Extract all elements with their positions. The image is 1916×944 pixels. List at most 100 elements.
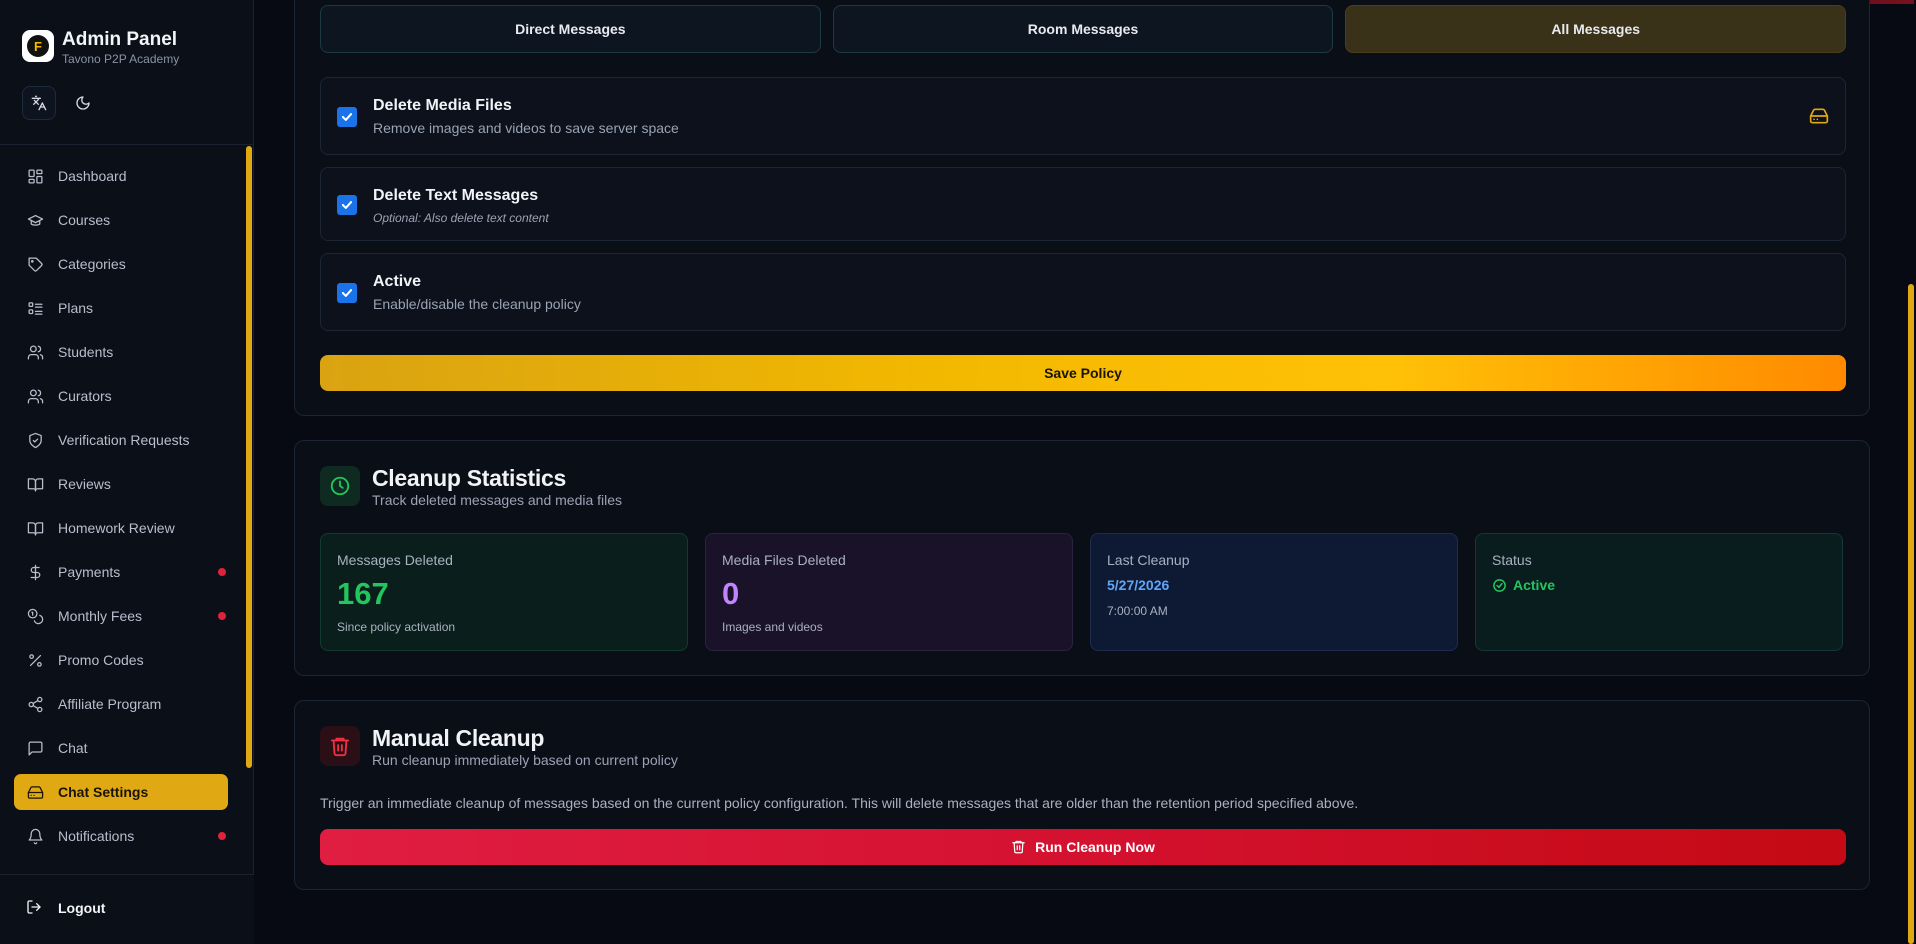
logout-label: Logout <box>58 900 106 916</box>
sidebar-item-label: Plans <box>58 300 94 316</box>
option-delete-media: Delete Media Files Remove images and vid… <box>320 77 1846 155</box>
book-open-icon <box>27 477 43 492</box>
sidebar-item-curators[interactable]: Curators <box>14 378 228 414</box>
sidebar-nav: Dashboard Courses Categories Plans Students C… <box>14 158 228 862</box>
sidebar-item-reviews[interactable]: Reviews <box>14 466 228 502</box>
brand: F Admin Panel Tavono P2P Academy <box>22 28 179 66</box>
sidebar-footer: Logout <box>0 874 254 944</box>
delete-text-description: Optional: Also delete text content <box>373 211 549 225</box>
active-title: Active <box>373 273 422 290</box>
main-scrollbar[interactable] <box>1908 284 1914 944</box>
delete-media-description: Remove images and videos to save server … <box>373 120 679 136</box>
sidebar-item-label: Monthly Fees <box>58 608 143 624</box>
notification-dot <box>218 568 226 576</box>
check-circle-icon <box>1493 578 1506 592</box>
sidebar-item-label: Verification Requests <box>58 432 190 448</box>
translate-icon <box>31 95 47 111</box>
main-content: Direct Messages Room Messages All Messag… <box>254 0 1916 944</box>
notification-dot <box>218 612 226 620</box>
logo-letter: F <box>27 35 49 57</box>
sidebar-item-notifications[interactable]: Notifications <box>14 818 228 854</box>
dashboard-icon <box>27 168 43 184</box>
active-description: Enable/disable the cleanup policy <box>373 296 581 312</box>
bell-icon <box>27 828 43 844</box>
message-scope-tabs: Direct Messages Room Messages All Messag… <box>320 5 1847 53</box>
users-icon <box>27 388 43 404</box>
sidebar-item-label: Promo Codes <box>58 652 144 668</box>
delete-media-checkbox[interactable] <box>337 107 357 127</box>
last-cleanup-date: 5/27/2026 <box>1107 577 1170 593</box>
tab-direct-messages[interactable]: Direct Messages <box>320 5 821 53</box>
tab-room-messages[interactable]: Room Messages <box>832 5 1334 53</box>
check-icon <box>341 113 353 121</box>
logout-button[interactable]: Logout <box>26 899 105 917</box>
sidebar-item-dashboard[interactable]: Dashboard <box>14 158 228 194</box>
delete-text-title: Delete Text Messages <box>373 187 539 204</box>
run-cleanup-button[interactable]: Run Cleanup Now <box>320 829 1846 865</box>
tag-icon <box>27 256 43 272</box>
sidebar-item-chat-settings[interactable]: Chat Settings <box>14 774 228 810</box>
stat-label: Media Files Deleted <box>722 552 846 568</box>
sidebar-item-label: Chat <box>58 740 88 756</box>
percent-icon <box>28 653 42 667</box>
users-icon <box>27 344 43 360</box>
active-checkbox[interactable] <box>337 283 357 303</box>
sidebar-item-students[interactable]: Students <box>14 334 228 370</box>
sidebar-item-monthly-fees[interactable]: Monthly Fees <box>14 598 228 634</box>
sidebar-scrollbar[interactable] <box>246 146 252 768</box>
sidebar-item-label: Homework Review <box>58 520 175 536</box>
stat-label: Status <box>1492 552 1532 568</box>
stat-messages-deleted: Messages Deleted 167 Since policy activa… <box>320 533 688 651</box>
stats-subtitle: Track deleted messages and media files <box>372 492 623 508</box>
sidebar-item-chat[interactable]: Chat <box>14 730 228 766</box>
theme-toggle-button[interactable] <box>66 86 100 120</box>
sidebar-item-promo-codes[interactable]: Promo Codes <box>14 642 228 678</box>
clock-icon <box>330 476 350 496</box>
brand-subtitle: Tavono P2P Academy <box>62 52 180 66</box>
trash-icon <box>330 737 350 757</box>
logout-icon <box>27 900 41 914</box>
option-active: Active Enable/disable the cleanup policy <box>320 253 1846 331</box>
sidebar-item-categories[interactable]: Categories <box>14 246 228 282</box>
manual-subtitle: Run cleanup immediately based on current… <box>372 752 678 768</box>
coins-icon <box>27 608 43 624</box>
option-delete-text: Delete Text Messages Optional: Also dele… <box>320 167 1846 241</box>
sidebar-item-verification-requests[interactable]: Verification Requests <box>14 422 228 458</box>
app-logo: F <box>22 30 54 62</box>
stat-status: Status Active <box>1475 533 1843 651</box>
book-open-icon <box>27 521 43 536</box>
tab-all-messages[interactable]: All Messages <box>1345 5 1847 53</box>
shield-check-icon <box>28 432 42 448</box>
delete-text-checkbox[interactable] <box>337 195 357 215</box>
share-icon <box>27 696 43 712</box>
moon-icon <box>76 96 90 110</box>
sidebar-item-homework-review[interactable]: Homework Review <box>14 510 228 546</box>
status-text: Active <box>1513 577 1556 593</box>
sidebar-item-affiliate-program[interactable]: Affiliate Program <box>14 686 228 722</box>
sidebar-item-plans[interactable]: Plans <box>14 290 228 326</box>
manual-cleanup-card: Manual Cleanup Run cleanup immediately b… <box>294 700 1870 890</box>
list-icon <box>27 301 43 315</box>
hard-drive-icon <box>1809 108 1829 124</box>
sidebar-item-label: Categories <box>58 256 126 272</box>
save-policy-button[interactable]: Save Policy <box>320 355 1846 391</box>
stat-label: Messages Deleted <box>337 552 453 568</box>
sidebar-item-label: Dashboard <box>58 168 127 184</box>
manual-title: Manual Cleanup <box>372 725 545 751</box>
sidebar: F Admin Panel Tavono P2P Academy Dashboa… <box>0 0 254 944</box>
manual-description: Trigger an immediate cleanup of messages… <box>320 795 1359 811</box>
delete-media-title: Delete Media Files <box>373 97 512 114</box>
sidebar-item-courses[interactable]: Courses <box>14 202 228 238</box>
app-root: F Admin Panel Tavono P2P Academy Dashboa… <box>0 0 1916 944</box>
notification-dot <box>218 832 226 840</box>
sidebar-item-label: Payments <box>58 564 121 580</box>
sidebar-tools <box>22 86 100 120</box>
sidebar-item-label: Chat Settings <box>58 784 149 800</box>
run-cleanup-label: Run Cleanup Now <box>1035 839 1155 855</box>
stat-value: 167 <box>337 576 389 611</box>
language-toggle-button[interactable] <box>22 86 56 120</box>
stat-note: Since policy activation <box>337 620 456 634</box>
sidebar-item-payments[interactable]: Payments <box>14 554 228 590</box>
sidebar-divider <box>0 144 254 145</box>
check-icon <box>341 289 353 297</box>
